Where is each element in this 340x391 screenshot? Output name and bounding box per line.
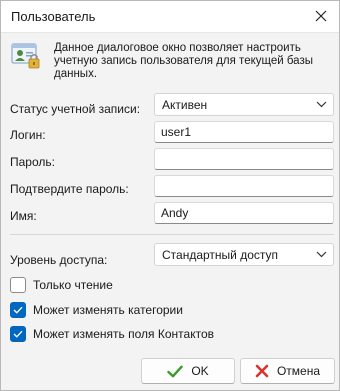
- checkbox-checked: [10, 302, 26, 318]
- ok-label: OK: [191, 364, 209, 378]
- user-dialog: Пользователь Данное диалоговое окно позв…: [0, 0, 340, 391]
- cancel-label: Отмена: [276, 364, 321, 378]
- cancel-button[interactable]: Отмена: [240, 358, 335, 384]
- can-edit-contact-fields-label: Может изменять поля Контактов: [33, 327, 215, 341]
- readonly-label: Только чтение: [33, 278, 113, 292]
- name-label: Имя:: [10, 209, 37, 223]
- chevron-down-icon: [316, 251, 327, 258]
- close-icon: [315, 10, 327, 22]
- info-description: Данное диалоговое окно позволяет настрои…: [54, 42, 313, 80]
- name-input[interactable]: [154, 202, 334, 224]
- can-edit-categories-checkbox[interactable]: Может изменять категории: [10, 301, 183, 319]
- confirm-password-input[interactable]: [154, 175, 334, 197]
- status-label: Статус учетной записи:: [10, 102, 141, 116]
- title-bar: Пользователь: [1, 1, 339, 33]
- login-label: Логин:: [10, 128, 46, 142]
- status-select[interactable]: Активен: [154, 93, 334, 116]
- checkmark-icon: [13, 330, 23, 338]
- user-card-icon: [11, 43, 40, 69]
- access-level-value: Стандартный доступ: [162, 248, 279, 262]
- dialog-title: Пользователь: [11, 9, 96, 24]
- readonly-checkbox[interactable]: Только чтение: [10, 276, 113, 294]
- confirm-password-label: Подтвердите пароль:: [10, 182, 129, 196]
- ok-button[interactable]: OK: [141, 358, 235, 384]
- checkbox-unchecked: [10, 277, 26, 293]
- divider: [10, 234, 334, 235]
- password-input[interactable]: [154, 148, 334, 170]
- chevron-down-icon: [316, 101, 327, 108]
- checkbox-checked: [10, 326, 26, 342]
- access-level-label: Уровень доступа:: [10, 253, 108, 267]
- can-edit-contact-fields-checkbox[interactable]: Может изменять поля Контактов: [10, 325, 214, 343]
- password-label: Пароль:: [10, 155, 55, 169]
- access-level-select[interactable]: Стандартный доступ: [154, 243, 334, 266]
- checkmark-icon: [13, 306, 23, 314]
- check-icon: [167, 365, 184, 377]
- status-value: Активен: [162, 98, 208, 112]
- cancel-x-icon: [255, 364, 269, 378]
- login-input[interactable]: [154, 121, 334, 143]
- can-edit-categories-label: Может изменять категории: [33, 303, 183, 317]
- close-button[interactable]: [307, 4, 335, 28]
